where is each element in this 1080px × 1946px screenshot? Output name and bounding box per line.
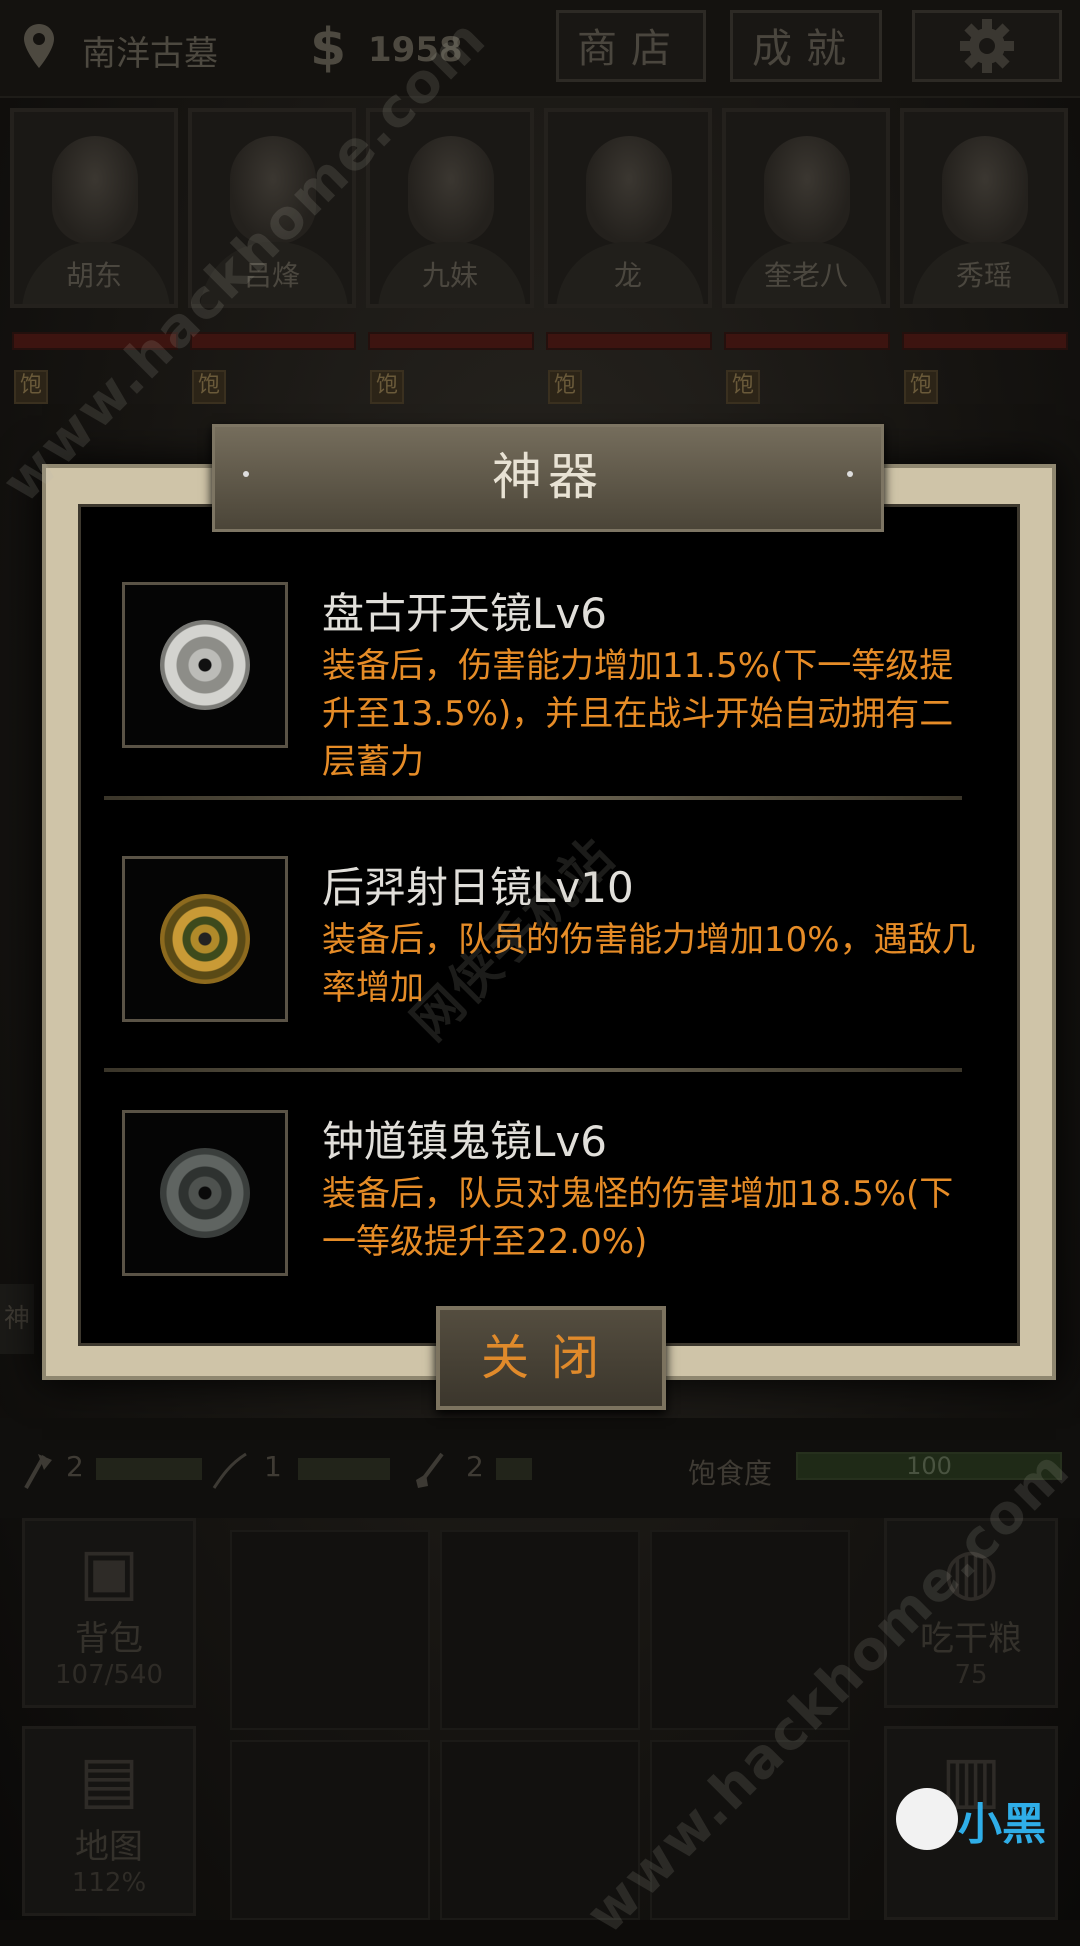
character-name: 胡东 [65, 259, 122, 292]
dialog-title-plate: 神器 [212, 424, 884, 532]
map-progress: 112% [71, 1868, 147, 1898]
character-portrait[interactable]: 龙 [544, 108, 712, 308]
shovel-count: 2 [466, 1450, 484, 1483]
portrait-face [764, 136, 850, 244]
dialog-title: 神器 [492, 448, 604, 506]
health-bar [190, 332, 356, 350]
satiety-status-badge: 饱 [370, 370, 404, 404]
health-bar [724, 332, 890, 350]
satiety-status-badge: 饱 [192, 370, 226, 404]
artifact-description: 装备后，队员对鬼怪的伤害增加18.5%(下一等级提升至22.0%) [322, 1174, 954, 1262]
shovel-icon [416, 1452, 444, 1488]
top-bar: 南洋古墓 $ 1958 商店 成就 [0, 0, 1080, 98]
golden-mirror-icon [160, 894, 250, 984]
gear-icon [960, 19, 1014, 73]
health-bar [368, 332, 534, 350]
rivet-icon [847, 471, 853, 477]
rivet-icon [243, 471, 249, 477]
portrait-face [408, 136, 494, 244]
character-portrait[interactable]: 秀瑶 [900, 108, 1068, 308]
rope-durability-bar [298, 1458, 390, 1480]
map-label: 地图 [75, 1827, 143, 1867]
character-portrait[interactable]: 胡东 [10, 108, 178, 308]
portrait-face [586, 136, 672, 244]
character-name: 秀瑶 [955, 259, 1012, 292]
site-logo: 小黑 [892, 1782, 1080, 1920]
settings-button[interactable] [912, 10, 1062, 82]
achievement-button[interactable]: 成就 [730, 10, 882, 82]
health-bar [546, 332, 712, 350]
health-bar [902, 332, 1068, 350]
character-name: 九妹 [421, 259, 478, 292]
backpack-icon: ▣ [78, 1535, 140, 1609]
satiety-status-badge: 饱 [14, 370, 48, 404]
dark-mirror-icon [160, 1148, 250, 1238]
character-portrait[interactable]: 奎老八 [722, 108, 890, 308]
item-divider [104, 796, 962, 800]
axe-count: 2 [66, 1450, 84, 1483]
artifact-slot[interactable] [122, 856, 288, 1022]
money-icon: $ [310, 18, 347, 78]
item-divider [104, 1068, 962, 1072]
silver-mirror-icon [160, 620, 250, 710]
move-up-cell[interactable] [440, 1530, 640, 1730]
logo-text: 小黑 [958, 1799, 1046, 1850]
satiety-label: 饱食度 [688, 1457, 773, 1490]
backpack-capacity: 107/540 [54, 1660, 163, 1690]
rope-count: 1 [264, 1450, 282, 1483]
move-left-cell[interactable] [230, 1740, 430, 1920]
artifact-slot[interactable] [122, 1110, 288, 1276]
axe-durability-bar [96, 1458, 202, 1480]
location-name: 南洋古墓 [82, 34, 218, 74]
artifact-name: 钟馗镇鬼镜Lv6 [322, 1117, 607, 1166]
rations-count: 75 [954, 1660, 988, 1690]
artifact-description: 装备后，伤害能力增加11.5%(下一等级提升至13.5%)，并且在战斗开始自动拥… [322, 646, 954, 782]
map-icon: ▤ [78, 1743, 140, 1817]
character-name: 奎老八 [763, 259, 848, 292]
satiety-status-badge: 饱 [726, 370, 760, 404]
panda-icon [896, 1788, 958, 1850]
close-button[interactable]: 关闭 [436, 1306, 666, 1410]
rope-icon [212, 1452, 247, 1489]
backpack-label: 背包 [75, 1619, 143, 1659]
portrait-face [52, 136, 138, 244]
artifact-name: 盘古开天镜Lv6 [322, 589, 607, 638]
backpack-button[interactable]: ▣ 背包 107/540 [22, 1518, 196, 1708]
axe-icon [24, 1454, 52, 1489]
left-side-tab[interactable]: 神 [0, 1284, 34, 1354]
character-name: 龙 [613, 259, 642, 292]
portrait-face [942, 136, 1028, 244]
map-pin-icon [24, 24, 54, 68]
explore-cell[interactable] [230, 1530, 430, 1730]
map-button[interactable]: ▤ 地图 112% [22, 1726, 196, 1916]
artifact-slot[interactable] [122, 582, 288, 748]
shop-button[interactable]: 商店 [556, 10, 706, 82]
satiety-status-badge: 饱 [548, 370, 582, 404]
satiety-status-badge: 饱 [904, 370, 938, 404]
shovel-durability-bar [496, 1458, 532, 1480]
